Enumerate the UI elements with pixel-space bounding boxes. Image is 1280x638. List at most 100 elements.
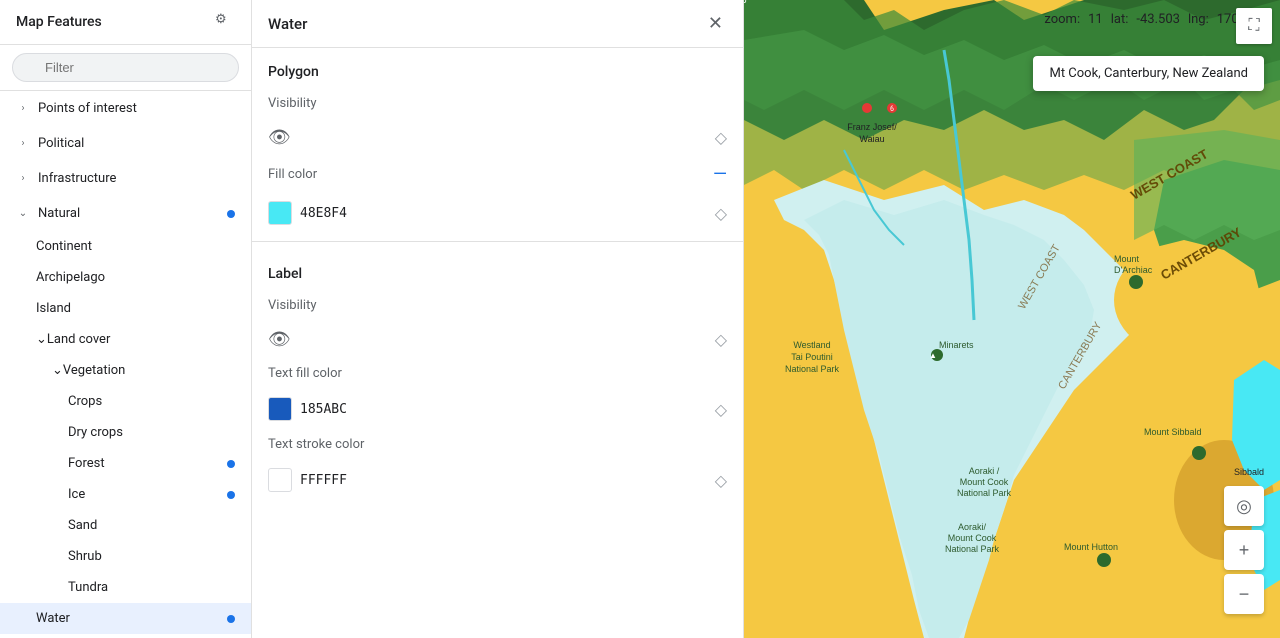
- sidebar-item-dry-crops[interactable]: Dry crops: [0, 417, 251, 448]
- zoom-out-icon: −: [1239, 584, 1250, 605]
- fill-color-swatch-group: 48E8F4: [268, 201, 347, 225]
- sidebar-item-tundra[interactable]: Tundra: [0, 572, 251, 603]
- zoom-in-icon: +: [1239, 540, 1250, 561]
- gear-icon[interactable]: ⚙: [215, 12, 235, 32]
- chevron-right-icon: ›: [16, 173, 30, 184]
- tooltip-text: Mt Cook, Canterbury, New Zealand: [1049, 66, 1248, 81]
- diamond-icon[interactable]: ◇: [715, 204, 727, 223]
- label-visibility-control: 👁 ◇: [252, 321, 743, 358]
- sidebar-item-shrub[interactable]: Shrub: [0, 541, 251, 572]
- divider: [252, 241, 743, 242]
- text-fill-color-row: Text fill color: [252, 358, 743, 389]
- eye-icon[interactable]: 👁: [268, 127, 291, 148]
- chevron-right-icon: ›: [16, 103, 30, 114]
- sidebar-item-political[interactable]: › Political: [0, 126, 251, 161]
- sidebar-item-sand[interactable]: Sand: [0, 510, 251, 541]
- map-controls: ◎ + −: [1224, 486, 1264, 614]
- detail-header: Water ✕: [252, 0, 743, 48]
- close-button[interactable]: ✕: [704, 11, 727, 36]
- sidebar-item-label: Water: [36, 611, 70, 626]
- diamond-icon[interactable]: ◇: [715, 400, 727, 419]
- chevron-down-icon: ⌄: [36, 332, 47, 347]
- detail-title: Water: [268, 15, 307, 33]
- sidebar-item-label: Infrastructure: [38, 171, 116, 186]
- sidebar-item-points-of-interest[interactable]: › Points of interest: [0, 91, 251, 126]
- lng-label: lng:: [1188, 12, 1209, 27]
- text-stroke-color-swatch[interactable]: [268, 468, 292, 492]
- sidebar-item-water[interactable]: Water: [0, 603, 251, 634]
- filter-wrapper: ≡: [12, 53, 239, 82]
- text-stroke-color-row: Text stroke color: [252, 429, 743, 460]
- zoom-value: 11: [1088, 12, 1103, 27]
- map-tooltip: Mt Cook, Canterbury, New Zealand: [1033, 56, 1264, 91]
- fill-color-swatch[interactable]: [268, 201, 292, 225]
- fill-color-minus[interactable]: —: [713, 164, 727, 185]
- sidebar-item-ice[interactable]: Ice: [0, 479, 251, 510]
- zoom-out-button[interactable]: −: [1224, 574, 1264, 614]
- sidebar-item-label: Continent: [36, 239, 92, 254]
- text-fill-color-swatch[interactable]: [268, 397, 292, 421]
- sidebar-item-label: Island: [36, 301, 71, 316]
- sidebar-item-land-cover[interactable]: ⌄ Land cover: [0, 324, 251, 355]
- sidebar-item-label: Archipelago: [36, 270, 105, 285]
- sidebar-item-crops[interactable]: Crops: [0, 386, 251, 417]
- sidebar-item-label: Tundra: [68, 580, 108, 595]
- fill-color-control: 48E8F4 ◇: [252, 193, 743, 233]
- location-button[interactable]: ◎: [1224, 486, 1264, 526]
- fullscreen-button[interactable]: ⛶: [1236, 8, 1272, 44]
- app-title: Map Features: [16, 14, 102, 30]
- sidebar-item-background[interactable]: Background: [0, 634, 251, 638]
- eye-icon[interactable]: 👁: [268, 329, 291, 350]
- fill-color-value: 48E8F4: [300, 206, 347, 221]
- lat-value: -43.503: [1136, 12, 1180, 27]
- text-fill-color-value: 185ABC: [300, 402, 347, 417]
- sidebar-item-label: Points of interest: [38, 101, 137, 116]
- chevron-right-icon: ›: [16, 138, 30, 149]
- text-fill-color-label: Text fill color: [268, 366, 342, 381]
- sidebar-item-infrastructure[interactable]: › Infrastructure: [0, 161, 251, 196]
- label-visibility-label: Visibility: [268, 298, 317, 313]
- polygon-section-label: Polygon: [252, 48, 743, 88]
- sidebar-item-label: Vegetation: [63, 363, 125, 378]
- map-svg: [744, 0, 1280, 638]
- water-dot: [227, 615, 235, 623]
- fill-color-row: Fill color —: [252, 156, 743, 193]
- left-panel: Map Features ⚙ ≡ › Points of interest › …: [0, 0, 252, 638]
- ice-dot: [227, 491, 235, 499]
- natural-dot: [227, 210, 235, 218]
- forest-dot: [227, 460, 235, 468]
- sidebar-item-label: Ice: [68, 487, 85, 502]
- fill-color-label: Fill color: [268, 167, 317, 182]
- text-stroke-color-control: FFFFFF ◇: [252, 460, 743, 500]
- sidebar-item-continent[interactable]: Continent: [0, 231, 251, 262]
- sidebar-item-label: Shrub: [68, 549, 102, 564]
- sidebar-item-label: Sand: [68, 518, 97, 533]
- left-header: Map Features ⚙: [0, 0, 251, 45]
- location-icon: ◎: [1236, 496, 1252, 517]
- label-section-label: Label: [252, 250, 743, 290]
- fullscreen-icon: ⛶: [1248, 17, 1259, 35]
- map-panel[interactable]: zoom: 11 lat: -43.503 lng: 170.306: [744, 0, 1280, 638]
- label-visibility-row: Visibility: [252, 290, 743, 321]
- chevron-down-icon: ⌄: [16, 208, 30, 219]
- diamond-icon[interactable]: ◇: [715, 471, 727, 490]
- detail-panel: Water ✕ Polygon Visibility 👁 ◇ Fill colo…: [252, 0, 744, 638]
- sidebar-item-island[interactable]: Island: [0, 293, 251, 324]
- diamond-icon[interactable]: ◇: [715, 128, 727, 147]
- chevron-down-icon: ⌄: [52, 363, 63, 378]
- sidebar-item-forest[interactable]: Forest: [0, 448, 251, 479]
- diamond-icon[interactable]: ◇: [715, 330, 727, 349]
- zoom-in-button[interactable]: +: [1224, 530, 1264, 570]
- sidebar-item-vegetation[interactable]: ⌄ Vegetation: [0, 355, 251, 386]
- zoom-label: zoom:: [1044, 12, 1080, 27]
- sidebar-item-archipelago[interactable]: Archipelago: [0, 262, 251, 293]
- text-stroke-color-swatch-group: FFFFFF: [268, 468, 347, 492]
- filter-input[interactable]: [12, 53, 239, 82]
- map-zoom-info: zoom: 11 lat: -43.503 lng: 170.306: [1044, 12, 1264, 27]
- sidebar-item-label: Natural: [38, 206, 80, 221]
- sidebar-item-natural[interactable]: ⌄ Natural: [0, 196, 251, 231]
- sidebar-item-label: Dry crops: [68, 425, 123, 440]
- polygon-visibility-row: Visibility: [252, 88, 743, 119]
- polygon-visibility-control: 👁 ◇: [252, 119, 743, 156]
- text-stroke-color-value: FFFFFF: [300, 473, 347, 488]
